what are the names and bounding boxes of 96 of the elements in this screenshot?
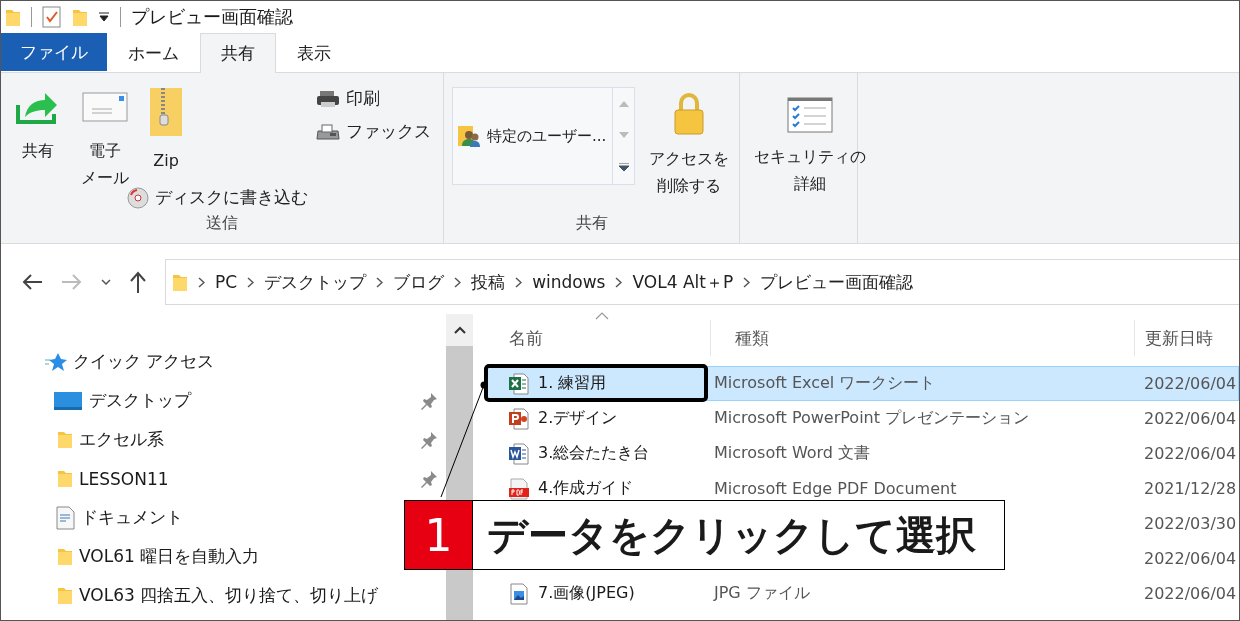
properties-icon[interactable] <box>42 6 62 28</box>
folder-icon <box>57 430 73 449</box>
chevron-icon <box>198 276 205 288</box>
back-arrow-icon[interactable] <box>21 273 43 291</box>
modified-date: 2022/06/04 <box>1144 409 1237 428</box>
breadcrumb[interactable]: windows <box>532 272 606 292</box>
folder-icon <box>57 586 73 605</box>
nav-item[interactable]: VOL63 四捨五入、切り捨て、切り上げ <box>79 584 379 607</box>
button-label-line: メール <box>81 167 129 189</box>
chevron-icon <box>376 276 384 288</box>
document-icon <box>508 442 530 465</box>
nav-item[interactable]: LESSON11 <box>79 468 169 489</box>
expand-gallery-icon[interactable] <box>618 163 629 172</box>
button-label-line: セキュリティの <box>754 146 866 168</box>
column-header[interactable]: 更新日時 <box>1135 320 1239 356</box>
button-label-line: 削除する <box>657 175 722 197</box>
scroll-up-icon[interactable] <box>453 326 466 334</box>
ribbon-tab[interactable]: 表示 <box>276 33 352 72</box>
ribbon-tab[interactable]: ファイル <box>1 33 107 71</box>
modified-date: 2022/06/04 <box>1144 374 1237 393</box>
nav-item[interactable]: エクセル系 <box>79 428 164 451</box>
star-icon <box>45 351 67 372</box>
fax-button[interactable]: ファックス <box>316 118 431 145</box>
breadcrumb[interactable]: デスクトップ <box>264 270 367 294</box>
step-number: 1 <box>405 501 473 569</box>
file-name[interactable]: 7.画像(JPEG) <box>538 583 635 604</box>
modified-date: 2022/06/04 <box>1144 444 1237 463</box>
address-bar[interactable]: PC デスクトップ ブログ 投稿 windows VOL4 Alt＋P プレビュー画面確認 <box>165 259 1239 305</box>
chevron-icon <box>743 276 751 288</box>
modified-date: 2021/12/28 <box>1144 479 1237 498</box>
presentation-icon <box>508 407 530 430</box>
breadcrumb[interactable]: ブログ <box>393 270 445 294</box>
chevron-icon <box>515 276 523 288</box>
pin-icon <box>420 391 438 410</box>
chevron-icon <box>615 276 623 288</box>
padlock-icon <box>672 91 707 135</box>
remove-access-button[interactable]: アクセスを 削除する <box>643 87 736 213</box>
button-label-line: 詳細 <box>794 173 826 195</box>
monitor-icon <box>53 390 83 411</box>
group-label: 送信 <box>205 213 239 234</box>
callout-text: データをクリックして選択 <box>486 510 977 560</box>
fax-machine-icon <box>316 122 340 141</box>
folder-icon <box>57 547 73 566</box>
file-name[interactable]: 4.作成ガイド <box>538 478 634 499</box>
window-title: プレビュー画面確認 <box>131 5 293 29</box>
file-name[interactable]: 2.デザイン <box>538 408 618 429</box>
folder-icon <box>57 469 73 488</box>
modified-date: 2022/03/30 <box>1144 514 1237 533</box>
up-arrow-icon[interactable] <box>129 271 147 293</box>
chevron-icon <box>247 276 255 288</box>
checklist-icon <box>787 97 833 133</box>
zipped-folder-icon <box>149 87 183 137</box>
button-label-line: 電子 <box>89 140 121 162</box>
file-type: JPG ファイル <box>714 583 810 602</box>
file-name[interactable]: 1. 練習用 <box>538 373 607 394</box>
advanced-security-button[interactable]: セキュリティの 詳細 <box>748 93 872 239</box>
file-type: Microsoft Edge PDF Document <box>714 479 957 498</box>
modified-date: 2022/06/04 <box>1144 584 1237 603</box>
file-name[interactable]: 3.総会たたき台 <box>538 443 650 464</box>
nav-item[interactable]: デスクトップ <box>89 389 191 412</box>
share-button[interactable]: 共有 <box>9 83 67 213</box>
printer-icon <box>316 89 340 108</box>
print-button[interactable]: 印刷 <box>316 85 431 112</box>
nav-item[interactable]: VOL61 曜日を自動入力 <box>79 545 260 568</box>
ribbon-tab[interactable]: ホーム <box>107 33 200 72</box>
zip-button[interactable]: Zip <box>143 83 189 178</box>
pin-icon <box>420 469 438 488</box>
ribbon-tab[interactable]: 共有 <box>200 33 276 73</box>
file-type: Microsoft Word 文書 <box>714 443 871 462</box>
pin-icon <box>420 430 438 449</box>
breadcrumb[interactable]: 投稿 <box>471 270 506 294</box>
recent-locations-icon[interactable] <box>101 279 111 285</box>
modified-date: 2022/06/04 <box>1144 549 1237 568</box>
breadcrumb[interactable]: プレビュー画面確認 <box>760 270 914 294</box>
breadcrumb[interactable]: VOL4 Alt＋P <box>632 270 734 294</box>
sort-ascending-icon <box>595 312 609 320</box>
button-label-line: アクセスを <box>649 148 730 170</box>
chevron-icon <box>454 276 462 288</box>
column-header[interactable]: 名前 <box>485 320 711 356</box>
file-type: Microsoft PowerPoint プレゼンテーション <box>714 408 1030 427</box>
image-file-icon <box>508 582 530 605</box>
file-type: Microsoft Excel ワークシート <box>714 373 936 392</box>
document-icon <box>55 505 75 530</box>
folder-icon <box>172 272 188 292</box>
selected-row[interactable]: 1. 練習用 Microsoft Excel ワークシート 2022/06/04 <box>485 366 1239 401</box>
spreadsheet-icon <box>508 372 530 395</box>
share-with-item[interactable]: 特定のユーザー... <box>453 88 613 184</box>
users-icon <box>457 125 481 147</box>
nav-item[interactable]: クイック アクセス <box>73 350 215 373</box>
folder-icon <box>5 7 21 27</box>
disc-icon <box>127 186 149 209</box>
nav-item[interactable]: ドキュメント <box>81 506 183 529</box>
breadcrumb[interactable]: PC <box>215 272 238 292</box>
group-label: 共有 <box>574 213 609 234</box>
dropdown-icon[interactable] <box>98 12 110 22</box>
column-header[interactable]: 種類 <box>711 320 1135 356</box>
